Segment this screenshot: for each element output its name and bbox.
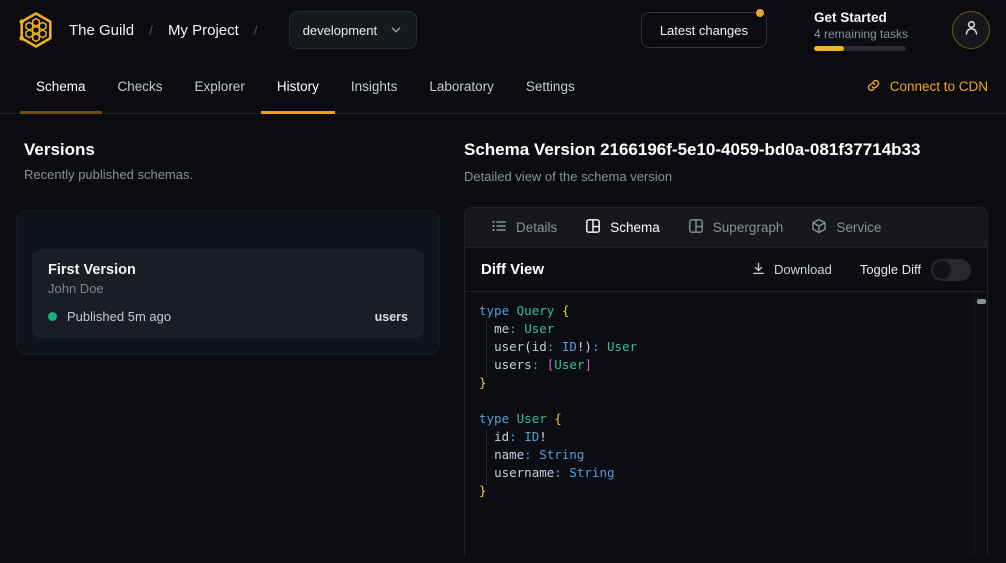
indent-guide [486,429,487,485]
diff-actions: Download Toggle Diff [751,259,971,281]
person-icon [963,19,980,41]
breadcrumb-separator: / [149,22,153,38]
nav-tab-checks[interactable]: Checks [102,60,179,113]
schema-version-pane: Schema Version 2166196f-5e10-4059-bd0a-0… [464,114,988,556]
get-started-widget[interactable]: Get Started 4 remaining tasks [814,10,906,51]
detail-tabs: Details Schema Sup [465,208,987,248]
code-content: type Query { me: User user(id: ID!): Use… [479,302,963,500]
breadcrumb-org[interactable]: The Guild [69,22,134,39]
user-avatar[interactable] [952,11,990,49]
published-status-icon [48,312,57,321]
notification-dot-icon [756,9,764,17]
version-name: First Version [48,262,408,278]
version-meta-row: Published 5m ago users [48,309,408,324]
breadcrumb-project[interactable]: My Project [168,22,239,39]
tab-supergraph-label: Supergraph [713,220,784,235]
code-scrollbar[interactable] [974,292,987,555]
split-columns-icon [688,218,704,237]
download-icon [751,261,766,279]
list-icon [491,218,507,237]
version-list-item[interactable]: First Version John Doe Published 5m ago … [32,249,424,338]
tab-service-label: Service [836,220,881,235]
app-header: The Guild / My Project / development Lat… [0,0,1006,60]
nav-tab-schema[interactable]: Schema [20,60,102,113]
hive-logo-icon[interactable] [16,10,56,50]
chevron-down-icon [389,23,403,37]
tab-service[interactable]: Service [797,208,895,247]
main-content: Versions Recently published schemas. Fir… [0,114,1006,556]
schema-version-panel: Details Schema Sup [464,207,988,556]
split-columns-icon [585,218,601,237]
tab-schema-label: Schema [610,220,660,235]
version-author: John Doe [48,281,408,296]
toggle-diff-knob [933,261,951,279]
nav-tab-explorer[interactable]: Explorer [179,60,261,113]
version-status: Published 5m ago [67,309,171,324]
download-button[interactable]: Download [751,261,832,279]
get-started-subtitle: 4 remaining tasks [814,27,906,41]
get-started-title: Get Started [814,10,906,25]
latest-changes-label: Latest changes [660,23,748,38]
primary-nav: Schema Checks Explorer History Insights … [0,60,1006,114]
nav-tab-laboratory[interactable]: Laboratory [413,60,510,113]
latest-changes-button[interactable]: Latest changes [641,12,767,48]
tab-details[interactable]: Details [477,208,571,247]
tab-schema[interactable]: Schema [571,208,674,247]
toggle-diff-label: Toggle Diff [860,262,921,277]
diff-toolbar: Diff View Download Toggle Diff [465,248,987,292]
toggle-diff-switch[interactable] [931,259,971,281]
versions-pane: Versions Recently published schemas. Fir… [16,114,440,556]
indent-guide [486,321,487,377]
diff-view-title: Diff View [481,261,544,278]
nav-tab-settings[interactable]: Settings [510,60,591,113]
schema-version-title: Schema Version 2166196f-5e10-4059-bd0a-0… [464,140,988,160]
code-scrollbar-thumb[interactable] [977,299,986,304]
target-select-dropdown[interactable]: development [289,11,417,49]
link-chain-icon [866,78,881,96]
version-service-tag: users [375,310,408,324]
nav-tab-history[interactable]: History [261,60,335,113]
versions-subtitle: Recently published schemas. [16,167,440,182]
versions-title: Versions [16,140,440,160]
tab-details-label: Details [516,220,557,235]
target-select-value: development [303,23,377,38]
schema-code-viewer[interactable]: type Query { me: User user(id: ID!): Use… [465,292,987,555]
nav-tab-insights[interactable]: Insights [335,60,414,113]
breadcrumb-separator: / [254,22,258,38]
tab-supergraph[interactable]: Supergraph [674,208,798,247]
versions-list-card: First Version John Doe Published 5m ago … [16,210,440,355]
connect-to-cdn-label: Connect to CDN [890,79,988,94]
download-label: Download [774,262,832,277]
get-started-progress-fill [814,46,844,51]
cube-icon [811,218,827,237]
connect-to-cdn-link[interactable]: Connect to CDN [866,60,988,113]
schema-version-subtitle: Detailed view of the schema version [464,169,988,184]
get-started-progress-bar [814,46,906,51]
